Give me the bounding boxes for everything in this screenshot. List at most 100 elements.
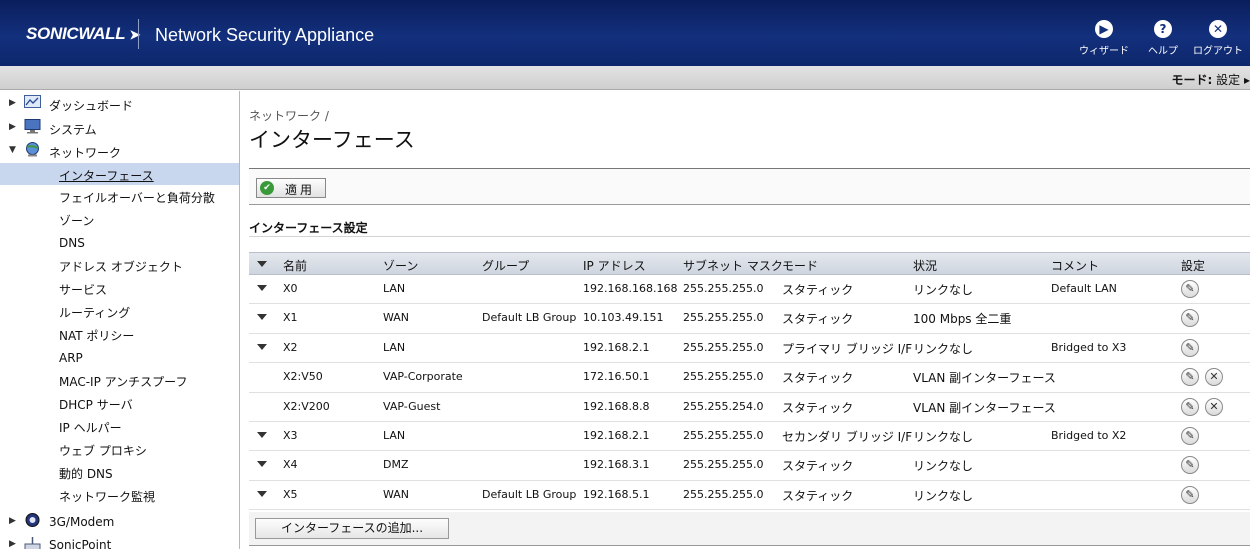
cell-comment: Bridged to X2	[1051, 428, 1127, 442]
sidebar-item-arp[interactable]: ARP	[0, 347, 239, 369]
sidebar-item-dhcp-server[interactable]: DHCP サーバ	[0, 392, 239, 414]
cell-status: リンクなし	[913, 341, 974, 356]
row-expand-icon[interactable]	[257, 285, 267, 291]
expand-all-icon[interactable]	[257, 261, 267, 267]
col-header-zone[interactable]: ゾーン	[383, 257, 418, 274]
sidebar-item-dynamic-dns[interactable]: 動的 DNS	[0, 461, 239, 483]
cell-zone: VAP-Guest	[383, 399, 441, 413]
add-interface-button[interactable]: インターフェースの追加...	[255, 518, 449, 539]
wizard-button[interactable]: ▶ ウィザード	[1074, 20, 1134, 57]
sonicpoint-icon	[24, 537, 41, 549]
breadcrumb[interactable]: ネットワーク /	[249, 107, 329, 124]
sidebar-item-services[interactable]: サービス	[0, 277, 239, 299]
interfaces-table: 名前 ゾーン グループ IP アドレス サブネット マスク モード 状況 コメン…	[249, 252, 1250, 511]
edit-icon[interactable]: ✎	[1181, 485, 1199, 504]
globe-icon	[26, 142, 39, 157]
modem-icon	[25, 513, 40, 527]
page-title: インターフェース	[249, 128, 415, 152]
sidebar-item-address-objects[interactable]: アドレス オブジェクト	[0, 254, 239, 276]
table-row: X5 WAN Default LB Group 192.168.5.1 255.255.…	[249, 480, 1250, 511]
cell-status: VLAN 副インターフェース	[913, 371, 1056, 386]
logout-button[interactable]: ✕ ログアウト	[1188, 20, 1248, 57]
cell-mode: スタティック	[782, 312, 854, 327]
edit-icon[interactable]: ✎	[1181, 397, 1199, 416]
cell-zone: LAN	[383, 282, 406, 295]
edit-icon[interactable]: ✎	[1181, 280, 1199, 298]
cell-name: X3	[283, 428, 298, 442]
cell-name: X2:V200	[283, 399, 330, 413]
col-header-mask[interactable]: サブネット マスク	[683, 257, 783, 274]
edit-icon[interactable]: ✎	[1181, 426, 1199, 445]
sidebar-item-web-proxy[interactable]: ウェブ プロキシ	[0, 438, 239, 460]
cell-group: Default LB Group	[482, 311, 577, 325]
sidebar-item-label: DHCP サーバ	[59, 398, 133, 412]
help-button[interactable]: ? ヘルプ	[1133, 20, 1193, 57]
expand-arrow-icon[interactable]: ▶	[9, 516, 16, 526]
edit-icon[interactable]: ✎	[1181, 338, 1199, 357]
table-header: 名前 ゾーン グループ IP アドレス サブネット マスク モード 状況 コメン…	[249, 252, 1250, 275]
sidebar-item-network-monitor[interactable]: ネットワーク監視	[0, 484, 239, 506]
row-expand-icon[interactable]	[257, 314, 267, 321]
mode-indicator[interactable]: モード: 設定 ▸	[1172, 71, 1250, 88]
section-title: インターフェース設定	[249, 221, 368, 235]
sidebar-item-label: ゾーン	[59, 214, 95, 228]
cell-status: リンクなし	[913, 488, 974, 503]
apply-button[interactable]: ✔ 適用	[256, 178, 326, 198]
col-header-group[interactable]: グループ	[482, 257, 529, 274]
col-header-ip[interactable]: IP アドレス	[583, 257, 646, 274]
row-expand-icon[interactable]	[257, 461, 267, 468]
table-row: X1 WAN Default LB Group 10.103.49.151 255.25…	[249, 304, 1250, 334]
cell-mask: 255.255.255.0	[683, 370, 764, 384]
sidebar-item-label: サービス	[59, 283, 108, 297]
row-expand-icon[interactable]	[257, 343, 267, 350]
expand-arrow-icon[interactable]: ▶	[9, 98, 16, 108]
col-header-status[interactable]: 状況	[913, 257, 937, 274]
cell-mode: スタティック	[782, 459, 854, 474]
expand-arrow-icon[interactable]: ▶	[9, 539, 16, 549]
sidebar-item-sonicpoint[interactable]: ▶ SonicPoint	[0, 534, 239, 549]
cell-zone: LAN	[383, 340, 406, 354]
row-expand-icon[interactable]	[257, 490, 267, 497]
logo-text: SONICWALL	[26, 24, 125, 43]
sidebar-item-nat-policies[interactable]: NAT ポリシー	[0, 323, 239, 345]
edit-icon[interactable]: ✎	[1181, 368, 1199, 387]
delete-icon[interactable]: ✕	[1205, 368, 1223, 387]
cell-ip: 172.16.50.1	[583, 370, 650, 384]
sidebar-item-routing[interactable]: ルーティング	[0, 300, 239, 322]
cell-ip: 10.103.49.151	[583, 311, 664, 325]
cell-mask: 255.255.255.0	[683, 282, 764, 295]
sidebar-item-label: ネットワーク監視	[59, 490, 156, 504]
edit-icon[interactable]: ✎	[1181, 309, 1199, 328]
cell-zone: DMZ	[383, 458, 409, 472]
sidebar-item-failover[interactable]: フェイルオーバーと負荷分散	[0, 185, 239, 207]
sidebar-item-ip-helper[interactable]: IP ヘルパー	[0, 415, 239, 437]
expand-arrow-icon[interactable]: ▶	[9, 122, 16, 132]
col-header-mode[interactable]: モード	[782, 257, 818, 274]
sidebar-item-system[interactable]: ▶ システム	[0, 117, 239, 139]
sidebar-item-label: IP ヘルパー	[59, 421, 122, 435]
col-header-comment[interactable]: コメント	[1051, 257, 1099, 274]
sidebar-item-interfaces[interactable]: インターフェース	[0, 163, 239, 185]
delete-icon[interactable]: ✕	[1205, 397, 1223, 416]
collapse-arrow-icon[interactable]: ▼	[9, 145, 16, 155]
sidebar-item-network[interactable]: ▼ ネットワーク	[0, 140, 239, 162]
edit-icon[interactable]: ✎	[1181, 456, 1199, 475]
cell-ip: 192.168.8.8	[583, 399, 650, 413]
sidebar-item-dns[interactable]: DNS	[0, 232, 239, 254]
sidebar-item-dashboard[interactable]: ▶ ダッシュボード	[0, 93, 239, 115]
sonicwall-logo: SONICWALL ➤	[26, 24, 140, 44]
cell-ip: 192.168.5.1	[583, 487, 650, 501]
sidebar-item-zones[interactable]: ゾーン	[0, 208, 239, 230]
cell-status: リンクなし	[913, 459, 974, 474]
cell-comment: Default LAN	[1051, 282, 1117, 295]
sidebar-item-label: インターフェース	[59, 169, 154, 183]
logo-divider	[138, 19, 139, 49]
mode-value: 設定 ▸	[1216, 73, 1250, 87]
sidebar-item-3g-modem[interactable]: ▶ 3G/Modem	[0, 511, 239, 533]
col-header-name[interactable]: 名前	[283, 257, 307, 274]
sidebar-item-label: 3G/Modem	[49, 515, 115, 529]
row-expand-icon[interactable]	[257, 431, 267, 438]
cell-mask: 255.255.255.0	[683, 311, 764, 325]
cell-zone: WAN	[383, 311, 410, 325]
sidebar-item-mac-ip-antispoof[interactable]: MAC-IP アンチスプーフ	[0, 369, 239, 391]
